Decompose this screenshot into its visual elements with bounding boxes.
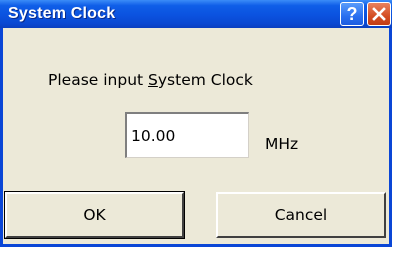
prompt-text-after: ystem Clock <box>157 71 253 89</box>
cancel-button-label: Cancel <box>274 206 328 224</box>
title-bar[interactable]: System Clock ? <box>0 0 392 28</box>
close-button[interactable] <box>367 2 391 26</box>
unit-label: MHz <box>265 135 299 153</box>
system-clock-dialog: System Clock ? Please input System Clock… <box>0 0 392 247</box>
ok-button-label: OK <box>83 206 106 224</box>
ok-button[interactable]: OK <box>4 191 185 239</box>
prompt-label: Please input System Clock <box>48 71 253 89</box>
question-mark-icon: ? <box>346 4 358 24</box>
dialog-title: System Clock <box>8 5 116 22</box>
prompt-mnemonic: S <box>148 71 158 89</box>
system-clock-input[interactable] <box>125 112 249 158</box>
help-button[interactable]: ? <box>340 2 364 26</box>
prompt-text-before: Please input <box>48 71 149 89</box>
close-icon <box>372 7 386 21</box>
cancel-button[interactable]: Cancel <box>216 192 386 238</box>
